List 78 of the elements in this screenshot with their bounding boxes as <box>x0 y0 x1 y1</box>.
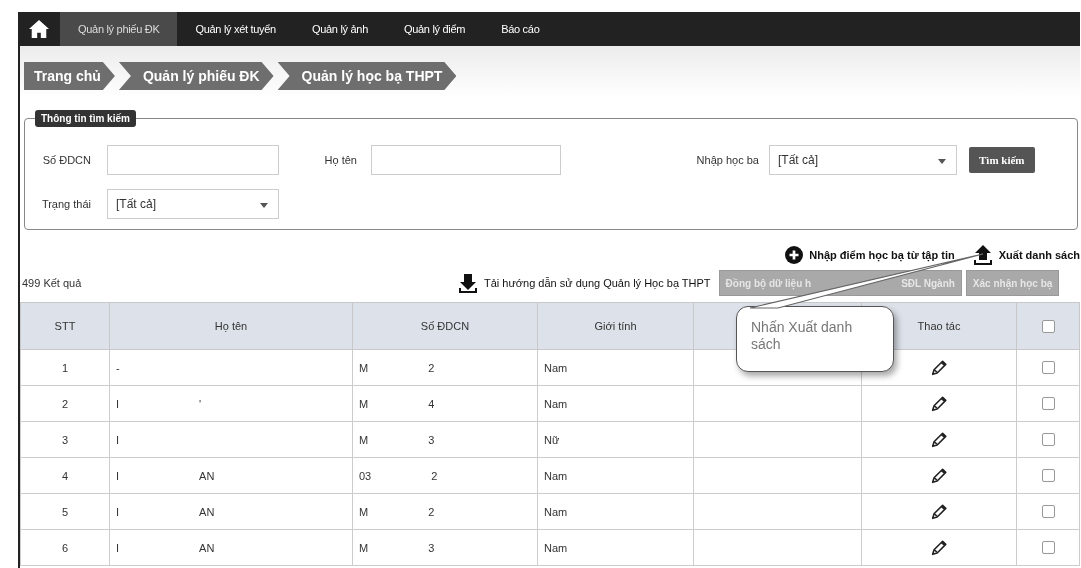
input-field[interactable] <box>371 145 561 175</box>
dropdown[interactable]: [Tất cả] <box>107 189 279 219</box>
table-cell: 3 <box>20 421 110 458</box>
field-label: Trạng thái <box>40 198 92 210</box>
column-header: Số ĐDCN <box>352 302 538 350</box>
row-checkbox[interactable] <box>1041 397 1055 411</box>
column-header: Họ tên <box>109 302 353 350</box>
table-cell: 4 <box>20 457 110 494</box>
table-cell: Nam <box>537 349 694 386</box>
nav-tab[interactable]: Quản lý ảnh <box>293 12 386 46</box>
table-cell: 4 <box>428 397 435 410</box>
row-checkbox[interactable] <box>1041 469 1055 483</box>
select-all-checkbox[interactable] <box>1041 319 1055 333</box>
table-cell: 5 <box>20 493 110 530</box>
table-cell: M <box>359 361 369 374</box>
breadcrumb-item[interactable]: Quản lý học bạ THPT <box>277 62 457 90</box>
nav-tab[interactable]: Quản lý xét tuyển <box>177 12 294 46</box>
result-count: 499 Kết quả <box>21 277 83 289</box>
field-label: Họ tên <box>323 154 358 166</box>
table-cell: 1 <box>20 349 110 386</box>
field-label: Nhập học ba <box>695 154 760 166</box>
column-header: STT <box>20 302 110 350</box>
table-cell: I <box>116 541 120 554</box>
pencil-icon[interactable] <box>930 466 948 485</box>
nav-tab[interactable]: Quản lý điểm <box>385 12 484 46</box>
breadcrumb-item[interactable]: Quản lý phiếu ĐK <box>118 62 274 90</box>
table-cell: 3 <box>428 433 435 446</box>
table-cell: AN <box>199 469 215 482</box>
table-cell: 6 <box>20 529 110 566</box>
upload-icon <box>972 244 993 266</box>
input-field[interactable] <box>107 145 279 175</box>
table-cell: M <box>359 433 369 446</box>
row-checkbox[interactable] <box>1041 361 1055 375</box>
pencil-icon[interactable] <box>930 538 948 557</box>
panel-legend: Thông tin tìm kiếm <box>35 110 136 127</box>
table-cell: M <box>359 541 369 554</box>
table-cell: I <box>116 397 120 410</box>
table-cell: 2 <box>428 505 435 518</box>
table-cell: M <box>359 505 369 518</box>
row-checkbox[interactable] <box>1041 505 1055 519</box>
table-cell: 03 <box>359 469 372 482</box>
breadcrumb-item[interactable]: Trang chủ <box>24 62 115 90</box>
table-cell: 2 <box>431 469 438 482</box>
table-cell: - <box>116 361 120 374</box>
table-cell: 2 <box>428 361 435 374</box>
table-cell: 3 <box>428 541 435 554</box>
column-header: Giới tính <box>537 302 694 350</box>
download-icon <box>458 272 478 294</box>
row-checkbox[interactable] <box>1041 433 1055 447</box>
nav-tab[interactable]: Quản lý phiếu ĐK <box>60 12 178 46</box>
pencil-icon[interactable] <box>930 430 948 449</box>
import-link[interactable]: Nhập điểm học bạ từ tập tin <box>785 244 955 266</box>
pencil-icon[interactable] <box>930 358 948 377</box>
pencil-icon[interactable] <box>930 394 948 413</box>
table-cell: I <box>116 469 120 482</box>
table-cell: I <box>116 433 120 446</box>
pencil-icon[interactable] <box>930 502 948 521</box>
table-cell: AN <box>199 505 215 518</box>
dropdown[interactable]: [Tất cả] <box>769 145 957 175</box>
callout-text: Nhấn Xuất danh sách <box>751 319 854 353</box>
home-icon[interactable] <box>28 19 50 39</box>
table-cell: 2 <box>20 385 110 422</box>
row-checkbox[interactable] <box>1041 541 1055 555</box>
table-cell: Nam <box>537 457 694 494</box>
table-cell: M <box>359 397 369 410</box>
table-cell: AN <box>199 541 215 554</box>
table-cell: ' <box>199 397 202 410</box>
search-button[interactable]: Tìm kiếm <box>969 147 1035 173</box>
guide-download-link[interactable]: Tải hướng dẫn sử dụng Quản lý Học bạ THPT <box>458 272 711 294</box>
field-label: Số ĐDCN <box>41 154 92 166</box>
plus-circle-icon <box>785 246 804 264</box>
table-cell: Nam <box>537 529 694 566</box>
table-cell: Nam <box>537 493 694 530</box>
table-cell: Nữ <box>537 421 694 458</box>
table-cell: I <box>116 505 120 518</box>
export-link[interactable]: Xuất danh sách <box>972 244 1080 266</box>
nav-tab[interactable]: Báo cáo <box>483 12 558 46</box>
table-cell: Nam <box>537 385 694 422</box>
